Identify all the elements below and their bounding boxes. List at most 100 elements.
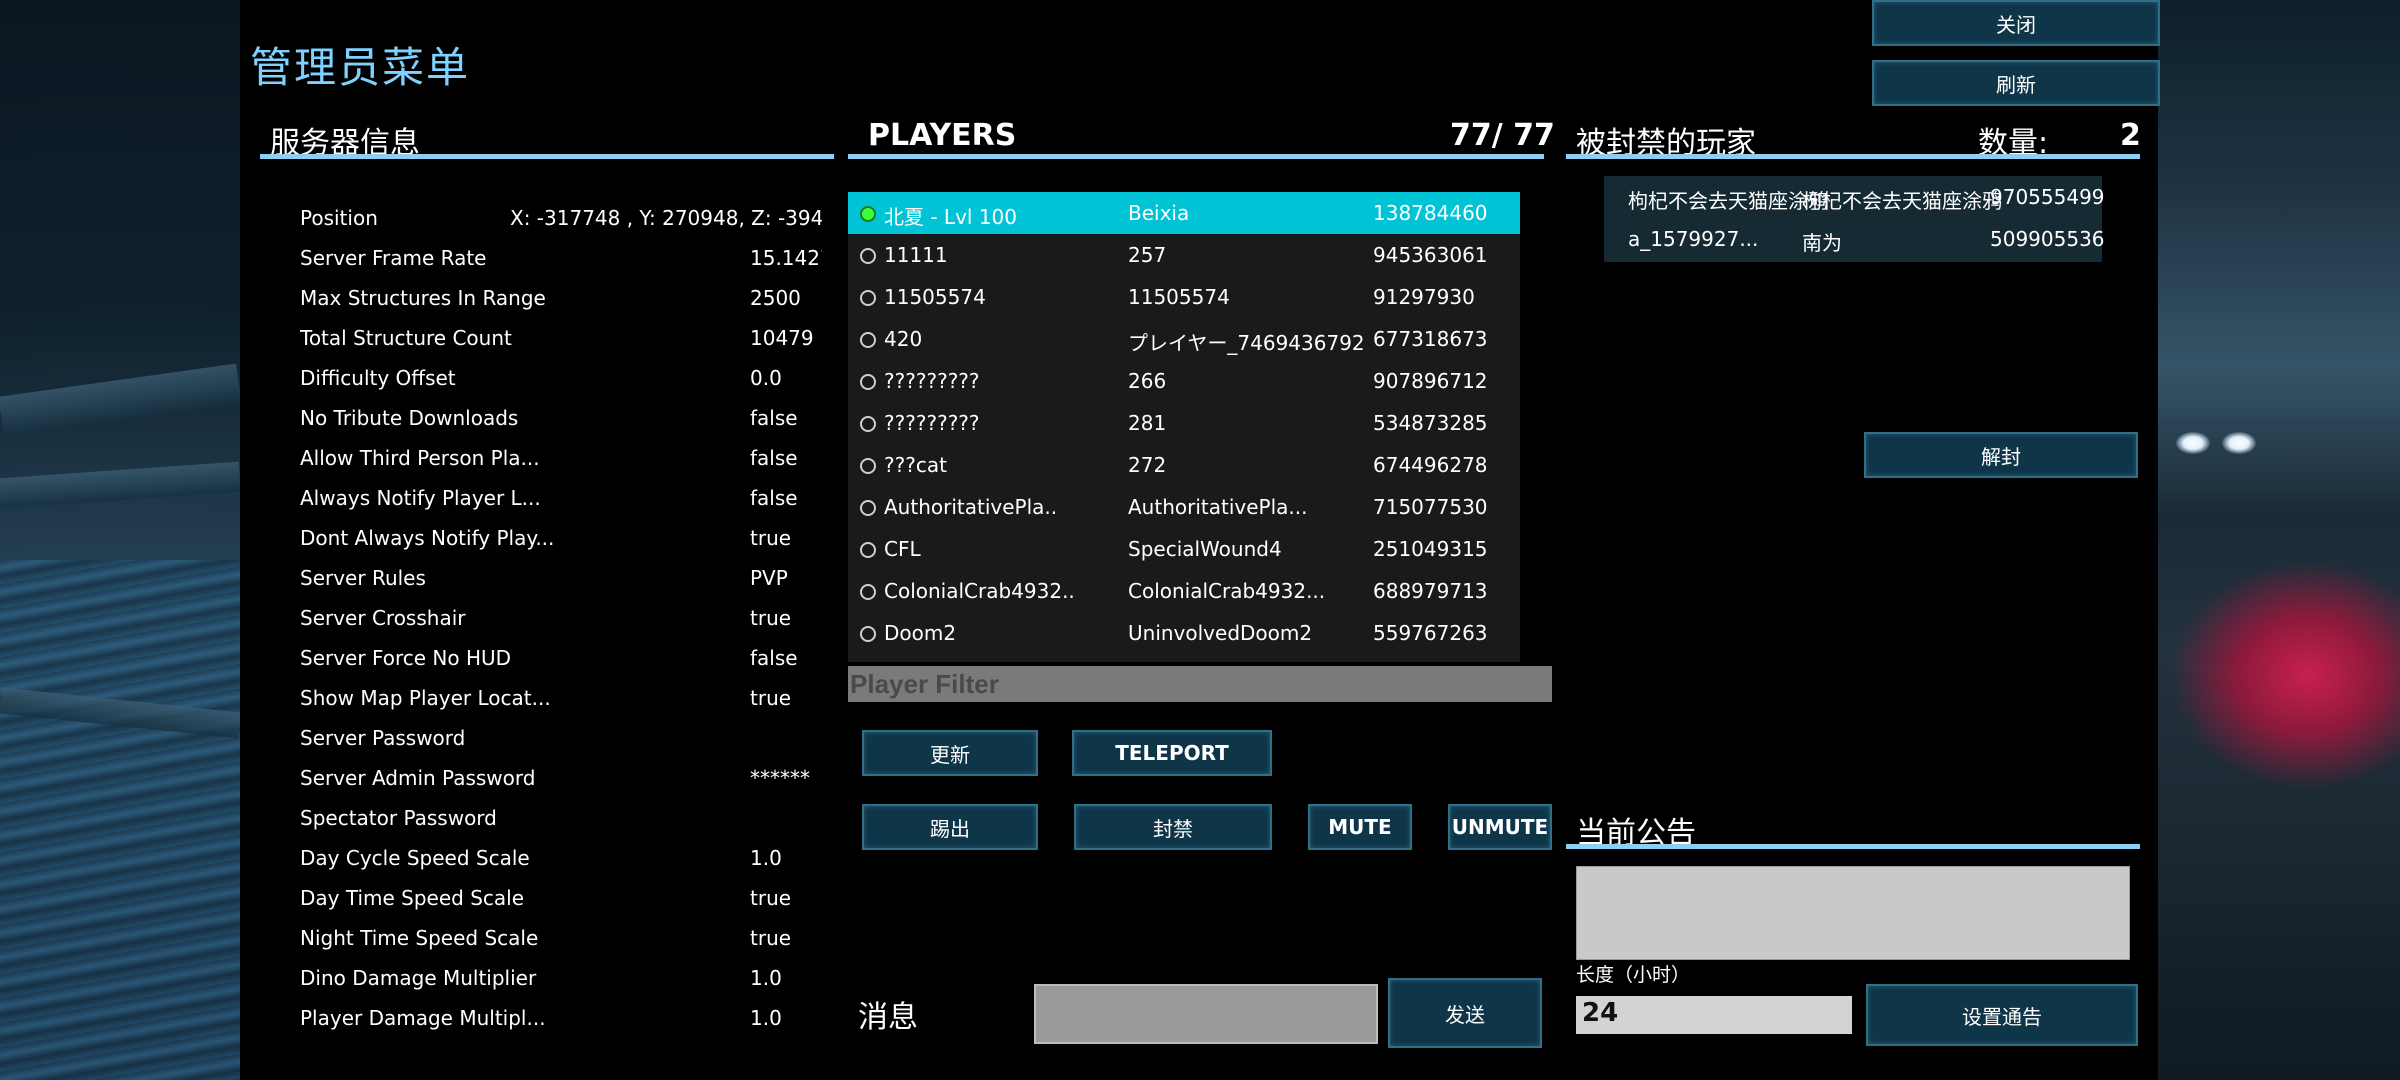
player-radio[interactable]: [860, 206, 876, 222]
player-radio[interactable]: [860, 542, 876, 558]
player-filter-input[interactable]: [848, 666, 1552, 702]
server-info-value: 1.0: [750, 846, 782, 870]
players-count: 77/ 77: [1450, 118, 1555, 153]
message-input[interactable]: [1034, 984, 1378, 1044]
send-button[interactable]: 发送: [1388, 978, 1542, 1048]
background-red-glow: [2170, 560, 2400, 790]
player-radio[interactable]: [860, 584, 876, 600]
player-character: 11505574: [1128, 285, 1230, 309]
background-light: [2222, 432, 2256, 454]
background-structure: [0, 461, 241, 509]
announcement-text-field[interactable]: [1576, 866, 2130, 960]
player-radio[interactable]: [860, 626, 876, 642]
server-info-row: Server Password: [300, 718, 820, 758]
banned-character: 枸杞不会去天猫座涂鸦: [1802, 189, 2002, 213]
close-button[interactable]: 关闭: [1872, 0, 2160, 46]
player-id: 945363061: [1373, 243, 1488, 267]
server-info-value: 1.0: [750, 1006, 782, 1030]
server-info-label: Night Time Speed Scale: [300, 926, 539, 950]
server-info-label: Server Password: [300, 726, 466, 750]
server-info-row: Always Notify Player L... false: [300, 478, 820, 518]
players-header: PLAYERS: [868, 118, 1017, 153]
player-radio[interactable]: [860, 248, 876, 264]
server-info-label: Dont Always Notify Play...: [300, 526, 555, 550]
banned-count-value: 2: [2120, 118, 2141, 153]
server-info-value: true: [750, 606, 792, 630]
server-info-row: Spectator Password: [300, 798, 820, 838]
player-row[interactable]: 420 プレイヤー_7469436792 677318673: [848, 318, 1520, 360]
server-info-value: false: [750, 406, 798, 430]
server-info-label: Server Admin Password: [300, 766, 536, 790]
player-radio[interactable]: [860, 458, 876, 474]
banned-row[interactable]: a_1579927... 南为 509905536: [1604, 218, 2105, 260]
player-name: ?????????: [884, 411, 980, 435]
server-info-label: Position: [300, 206, 378, 230]
server-info-value: X: -317748 , Y: 270948, Z: -3940: [510, 206, 822, 230]
player-character: 272: [1128, 453, 1167, 477]
unban-button[interactable]: 解封: [1864, 432, 2138, 478]
player-radio[interactable]: [860, 374, 876, 390]
server-info-label: Max Structures In Range: [300, 286, 546, 310]
refresh-button[interactable]: 刷新: [1872, 60, 2160, 106]
server-info-label: Server Frame Rate: [300, 246, 487, 270]
player-character: 281: [1128, 411, 1167, 435]
set-announcement-button[interactable]: 设置通告: [1866, 984, 2138, 1046]
player-row[interactable]: 北夏 - Lvl 100 Beixia 138784460: [848, 192, 1520, 234]
player-id: 677318673: [1373, 327, 1488, 351]
player-radio[interactable]: [860, 332, 876, 348]
server-info-value: ******: [750, 766, 810, 790]
banned-row[interactable]: 枸杞不会去天猫座涂鸦 枸杞不会去天猫座涂鸦 970555499: [1604, 176, 2105, 218]
server-info-label: Day Time Speed Scale: [300, 886, 525, 910]
player-radio[interactable]: [860, 500, 876, 516]
server-info-value: 15.1427: [750, 246, 822, 270]
player-list[interactable]: 北夏 - Lvl 100 Beixia 138784460 11111 257 94536…: [848, 192, 1520, 662]
server-info-row: Day Cycle Speed Scale 1.0: [300, 838, 820, 878]
update-button[interactable]: 更新: [862, 730, 1038, 776]
duration-input[interactable]: 24: [1576, 996, 1852, 1034]
server-info-label: Server Crosshair: [300, 606, 466, 630]
player-name: 420: [884, 327, 923, 351]
player-radio[interactable]: [860, 416, 876, 432]
player-row[interactable]: ????????? 281 534873285: [848, 402, 1520, 444]
unmute-button[interactable]: UNMUTE: [1448, 804, 1552, 850]
server-info-label: Allow Third Person Pla...: [300, 446, 540, 470]
mute-button[interactable]: MUTE: [1308, 804, 1412, 850]
player-row[interactable]: CFL SpecialWound4 251049315: [848, 528, 1520, 570]
player-name: 11111: [884, 243, 948, 267]
player-row[interactable]: 11505574 11505574 91297930: [848, 276, 1520, 318]
server-info-row: Show Map Player Locat... true: [300, 678, 820, 718]
ban-button[interactable]: 封禁: [1074, 804, 1272, 850]
player-name: CFL: [884, 537, 921, 561]
player-id: 138784460: [1373, 201, 1488, 225]
player-character: 257: [1128, 243, 1167, 267]
player-radio[interactable]: [860, 290, 876, 306]
server-info-value: true: [750, 886, 792, 910]
player-row[interactable]: AuthoritativePla.. AuthoritativePla... 715…: [848, 486, 1520, 528]
player-name: ?????????: [884, 369, 980, 393]
player-name: ???cat: [884, 453, 947, 477]
player-row[interactable]: 11111 257 945363061: [848, 234, 1520, 276]
banned-name: 枸杞不会去天猫座涂鸦: [1628, 189, 1828, 213]
player-row[interactable]: Doom2 UninvolvedDoom2 559767263: [848, 612, 1520, 654]
kick-button[interactable]: 踢出: [862, 804, 1038, 850]
server-info-row: Max Structures In Range 2500: [300, 278, 820, 318]
player-row[interactable]: ???cat 272 674496278: [848, 444, 1520, 486]
server-info-label: Server Rules: [300, 566, 426, 590]
server-info-value: PVP: [750, 566, 788, 590]
server-info-row: Player Damage Multipl... 1.0: [300, 998, 820, 1038]
server-info-label: Server Force No HUD: [300, 646, 512, 670]
player-row[interactable]: ColonialCrab4932.. ColonialCrab4932... 688…: [848, 570, 1520, 612]
message-label: 消息: [858, 1000, 918, 1035]
player-id: 907896712: [1373, 369, 1488, 393]
teleport-button[interactable]: TELEPORT: [1072, 730, 1272, 776]
player-id: 559767263: [1373, 621, 1488, 645]
banned-id: 509905536: [1990, 227, 2105, 251]
player-character: UninvolvedDoom2: [1128, 621, 1313, 645]
admin-menu-title: 管理员菜单: [250, 43, 471, 92]
player-id: 674496278: [1373, 453, 1488, 477]
player-row[interactable]: ????????? 266 907896712: [848, 360, 1520, 402]
player-name: 11505574: [884, 285, 986, 309]
banned-list[interactable]: 枸杞不会去天猫座涂鸦 枸杞不会去天猫座涂鸦 970555499 a_1579927..…: [1604, 176, 2105, 262]
player-id: 251049315: [1373, 537, 1488, 561]
server-info-divider: [260, 154, 834, 159]
